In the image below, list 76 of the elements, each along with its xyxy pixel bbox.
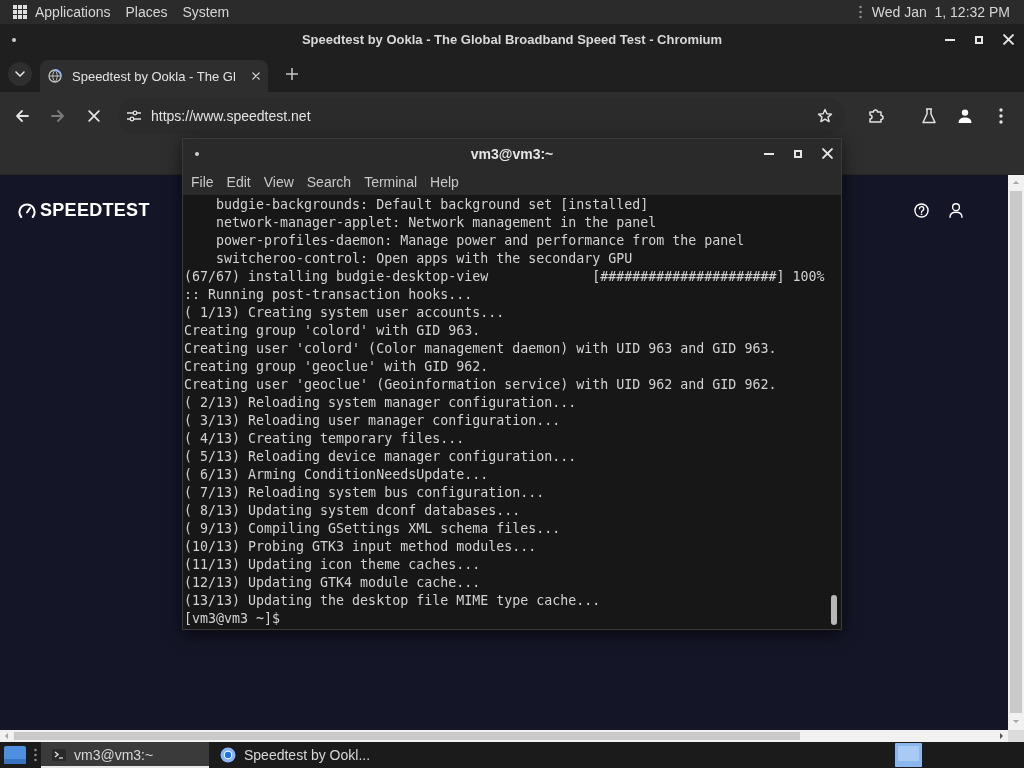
terminal-line: network-manager-applet: Network management in the panel <box>215 214 657 232</box>
terminal-line: (12/13) Updating GTK4 module cache... <box>184 574 481 592</box>
terminal-line: (10/13) Probing GTK3 input method modules... <box>184 538 537 556</box>
terminal-line: ( 8/13) Updating system dconf databases... <box>184 502 521 520</box>
window-title: Speedtest by Ookla - The Global Broadband Speed Test - Chromium <box>301 32 723 47</box>
terminal-line: ( 6/13) Arming ConditionNeedsUpdate... <box>184 466 489 484</box>
drag-handle-icon <box>858 5 862 19</box>
menu-item[interactable]: View <box>263 173 294 190</box>
dot-icon <box>12 37 16 42</box>
terminal-line: Creating user 'colord' (Color management daemon) with UID 963 and GID 963. <box>184 340 777 358</box>
terminal-line: Creating user 'geoclue' (Geoinformation service) with UID 962 and GID 962. <box>184 376 777 394</box>
clock[interactable]: Wed Jan 1, 12:32 PM <box>871 4 1010 20</box>
terminal-line: switcheroo-control: Open apps with the secondary GPU <box>215 250 633 268</box>
close-icon <box>88 110 100 122</box>
panel-menu[interactable]: Places <box>125 4 168 20</box>
desktop-icon <box>895 743 922 767</box>
minimize-icon <box>945 38 955 41</box>
caret-icon <box>15 70 25 77</box>
terminal-line: power-profiles-daemon: Manage power and performance from the panel <box>215 232 745 250</box>
terminal-line: (67/67) installing budgie-desktop-view [######################] 100% <box>184 268 825 286</box>
close-icon <box>252 72 260 80</box>
terminal-line: ( 3/13) Reloading user manager configuration... <box>184 412 561 430</box>
person-icon <box>958 109 972 123</box>
gauge-icon <box>18 202 36 218</box>
terminal-line: Creating group 'colord' with GID 963. <box>184 322 481 340</box>
panel-menu[interactable]: System <box>182 4 230 20</box>
panel-menu[interactable]: Applications <box>35 4 111 20</box>
terminal-line: (11/13) Updating icon theme caches... <box>184 556 481 574</box>
taskbar-item[interactable]: Speedtest by Ookl... <box>209 742 399 768</box>
horizontal-scrollbar[interactable] <box>0 730 1024 742</box>
terminal-icon <box>52 749 66 761</box>
terminal-line: ( 2/13) Reloading system manager configuration... <box>184 394 577 412</box>
terminal-line: (13/13) Updating the desktop file MIME type cache... <box>184 592 601 610</box>
terminal-line: [vm3@vm3 ~]$ <box>184 610 281 628</box>
arrow-left-icon <box>14 108 30 124</box>
close-icon <box>821 148 833 159</box>
maximize-icon <box>794 149 802 158</box>
vertical-scrollbar[interactable] <box>1008 175 1024 730</box>
tab-search-button[interactable] <box>8 61 32 86</box>
puzzle-icon <box>868 108 884 124</box>
terminal-line: ( 5/13) Reloading device manager configuration... <box>184 448 577 466</box>
menu-item[interactable]: File <box>191 173 214 190</box>
terminal-line: :: Running post-transaction hooks... <box>184 286 473 304</box>
menu-item[interactable]: Terminal <box>364 173 418 190</box>
scrollbar-thumb[interactable] <box>831 595 837 625</box>
close-icon <box>1002 34 1014 45</box>
menu-item[interactable]: Search <box>306 173 352 190</box>
site-logo[interactable]: SPEEDTEST <box>40 199 150 221</box>
tune-icon <box>127 110 141 122</box>
terminal-title: vm3@vm3:~ <box>470 145 554 162</box>
app-menu-icon <box>4 746 26 764</box>
user-icon <box>949 202 963 218</box>
menu-item[interactable]: Help <box>430 173 459 190</box>
help-icon <box>914 202 929 218</box>
terminal-line: ( 1/13) Creating system user accounts... <box>184 304 505 322</box>
app-grid-icon <box>13 5 27 19</box>
globe-icon <box>48 69 62 83</box>
plus-icon <box>286 67 298 80</box>
terminal-line: Creating group 'geoclue' with GID 962. <box>184 358 489 376</box>
minimize-icon <box>764 152 774 155</box>
browser-tab[interactable]: Speedtest by Ookla - The Gl <box>40 60 268 92</box>
terminal-line: ( 7/13) Reloading system bus configuration... <box>184 484 545 502</box>
drag-handle-icon <box>34 748 37 762</box>
dot-icon <box>195 151 199 156</box>
flask-icon <box>922 108 936 124</box>
taskbar-item[interactable]: vm3@vm3:~ <box>41 742 209 768</box>
terminal-line: budgie-backgrounds: Default background set [installed] <box>215 196 649 214</box>
arrow-right-icon <box>50 108 66 124</box>
address-bar[interactable]: https://www.speedtest.net <box>118 98 845 134</box>
browser-icon <box>220 747 236 763</box>
maximize-icon <box>975 35 983 44</box>
more-vert-icon <box>999 108 1003 124</box>
terminal-line: ( 9/13) Compiling GSettings XML schema files... <box>184 520 561 538</box>
menu-item[interactable]: Edit <box>226 173 251 190</box>
terminal-line: ( 4/13) Creating temporary files... <box>184 430 465 448</box>
star-icon <box>817 108 833 124</box>
